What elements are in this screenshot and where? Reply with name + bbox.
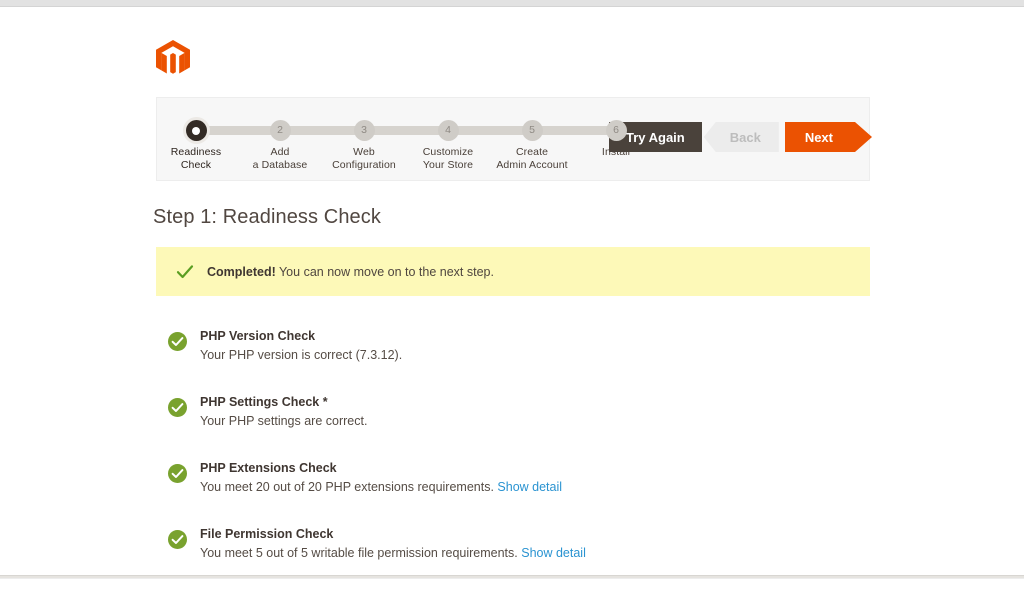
wizard-step-3-label-line1: Web xyxy=(353,146,375,158)
page-title: Step 1: Readiness Check xyxy=(153,206,381,228)
check-description: Your PHP settings are correct. xyxy=(200,412,870,430)
check-description: Your PHP version is correct (7.3.12). xyxy=(200,346,870,364)
check-circle-icon xyxy=(168,398,187,417)
check-description-text: Your PHP settings are correct. xyxy=(200,414,368,428)
wizard-step-5-label: Create Admin Account xyxy=(484,146,580,171)
wizard-actions: Try Again Back Next xyxy=(608,122,873,152)
wizard-step-3[interactable]: 3 Web Configuration xyxy=(316,112,412,171)
check-description: You meet 20 out of 20 PHP extensions req… xyxy=(200,478,870,496)
completion-banner: Completed! You can now move on to the ne… xyxy=(156,247,870,296)
wizard-step-2-label-line1: Add xyxy=(270,146,290,158)
wizard-step-panel: 1 Readiness Check 2 Add a Database 3 xyxy=(156,97,873,181)
check-mark-icon xyxy=(176,263,194,281)
wizard-step-2-label-line2: a Database xyxy=(252,158,308,171)
completion-banner-strong: Completed! xyxy=(207,264,276,279)
completion-banner-text: Completed! You can now move on to the ne… xyxy=(207,265,494,279)
completion-banner-rest: You can now move on to the next step. xyxy=(275,264,494,279)
check-title: PHP Version Check xyxy=(200,329,316,343)
readiness-check-list: PHP Version Check Your PHP version is co… xyxy=(156,316,870,580)
check-description-text: Your PHP version is correct (7.3.12). xyxy=(200,348,403,362)
check-title: PHP Extensions Check xyxy=(200,461,337,475)
wizard-step-2[interactable]: 2 Add a Database xyxy=(232,112,328,171)
wizard-step-4[interactable]: 4 Customize Your Store xyxy=(400,112,496,171)
wizard-step-4-label-line2: Your Store xyxy=(422,158,474,171)
wizard-step-5-dot: 5 xyxy=(521,120,543,141)
check-circle-icon xyxy=(168,332,187,351)
wizard-step-1-label-line1: Readiness xyxy=(170,146,222,158)
wizard-step-4-dot: 4 xyxy=(437,120,459,141)
check-description-text: You meet 5 out of 5 writable file permis… xyxy=(200,546,522,560)
wizard-step-4-label: Customize Your Store xyxy=(400,146,496,171)
wizard-step-5-label-line2: Admin Account xyxy=(496,158,568,171)
wizard-step-1-dot: 1 xyxy=(185,120,207,141)
check-description-text: You meet 20 out of 20 PHP extensions req… xyxy=(200,480,498,494)
check-circle-icon xyxy=(168,464,187,483)
wizard-step-1-label-line2: Check xyxy=(180,158,212,171)
check-item-php-extensions: PHP Extensions Check You meet 20 out of … xyxy=(156,448,870,514)
wizard-step-6-dot: 6 xyxy=(605,120,627,141)
wizard-step-3-dot: 3 xyxy=(353,120,375,141)
next-button[interactable]: Next xyxy=(784,122,873,152)
magento-logo-icon xyxy=(156,40,192,78)
check-title: PHP Settings Check * xyxy=(200,395,328,409)
wizard-step-2-label: Add a Database xyxy=(232,146,328,171)
wizard-step-4-label-line1: Customize xyxy=(422,146,474,158)
page-body: 1 Readiness Check 2 Add a Database 3 xyxy=(0,8,1024,575)
check-title: File Permission Check xyxy=(200,527,334,541)
page-bottom-rule xyxy=(0,575,1024,579)
check-item-php-settings: PHP Settings Check * Your PHP settings a… xyxy=(156,382,870,448)
check-item-php-version: PHP Version Check Your PHP version is co… xyxy=(156,316,870,382)
wizard-step-3-label: Web Configuration xyxy=(316,146,412,171)
wizard-step-3-label-line2: Configuration xyxy=(332,158,396,171)
wizard-step-1[interactable]: 1 Readiness Check xyxy=(148,112,244,171)
wizard-step-2-dot: 2 xyxy=(269,120,291,141)
wizard-step-5-label-line1: Create xyxy=(515,146,549,158)
check-circle-icon xyxy=(168,530,187,549)
wizard-steps: 1 Readiness Check 2 Add a Database 3 xyxy=(171,112,637,171)
check-item-file-permission: File Permission Check You meet 5 out of … xyxy=(156,514,870,580)
show-detail-link[interactable]: Show detail xyxy=(497,480,562,494)
wizard-step-5[interactable]: 5 Create Admin Account xyxy=(484,112,580,171)
check-description: You meet 5 out of 5 writable file permis… xyxy=(200,544,870,562)
back-button[interactable]: Back xyxy=(703,122,779,152)
window-top-chrome xyxy=(0,0,1024,7)
show-detail-link[interactable]: Show detail xyxy=(521,546,586,560)
wizard-step-1-label: Readiness Check xyxy=(148,146,244,171)
